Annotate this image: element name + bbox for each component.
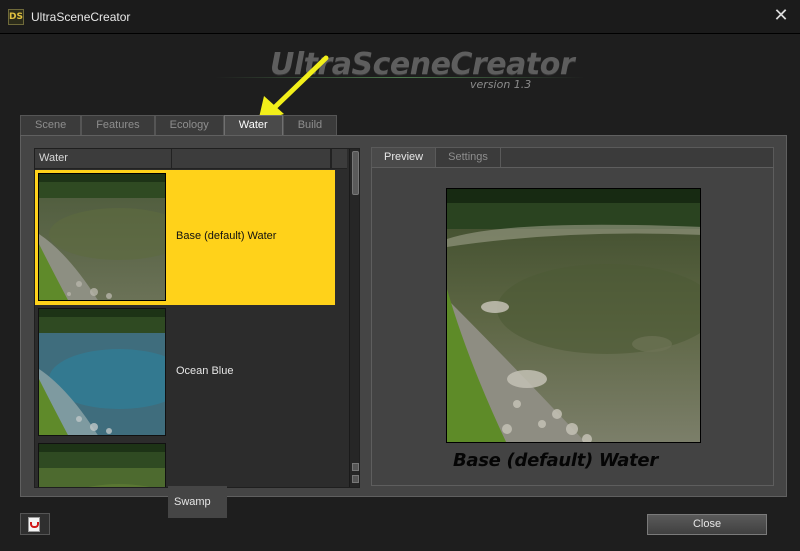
tab-build[interactable]: Build [282,115,338,135]
list-rows: Base (default) Water Ocean Blue [35,170,335,487]
scroll-down-button[interactable] [352,475,359,483]
tab-ecology[interactable]: Ecology [154,115,224,135]
list-item-ocean-blue[interactable]: Ocean Blue [35,305,335,440]
list-item-label: Ocean Blue [176,365,234,377]
tab-water[interactable]: Water [223,115,283,136]
title-bar: DS UltraSceneCreator ✕ [0,0,800,34]
preview-caption: Base (default) Water [453,450,658,471]
tab-features[interactable]: Features [81,115,155,135]
swamp-label-box: Swamp [168,486,227,518]
preview-panel: Base (default) Water [371,167,774,486]
pond-green-icon [38,443,166,487]
scrollbar-thumb[interactable] [352,151,359,195]
column-header-spacer [331,149,347,169]
window-title: UltraSceneCreator [31,10,131,24]
main-window: UltraSceneCreator version 1.3 Scene Feat… [0,34,800,551]
preview-tabs: Preview Settings [371,147,774,167]
column-header-water[interactable]: Water [35,149,172,169]
app-logo-icon: DS [8,9,24,25]
list-item-label: Base (default) Water [176,230,277,242]
list-item-swamp[interactable] [35,440,335,487]
pond-blue-icon [38,308,166,436]
main-tabs: Scene Features Ecology Water Build [20,115,338,136]
water-list[interactable]: Water Base (default) Water Ocean Blue [34,148,360,488]
tab-preview[interactable]: Preview [372,148,437,167]
pdf-help-button[interactable] [20,513,50,535]
scroll-up-button[interactable] [352,463,359,471]
list-item-base-water[interactable]: Base (default) Water [35,170,335,305]
banner-version: version 1.3 [470,78,532,91]
pond-clear-icon [38,173,166,301]
list-scrollbar[interactable] [349,149,359,487]
close-button[interactable]: Close [647,514,767,535]
tab-scene[interactable]: Scene [20,115,82,135]
list-header: Water [35,149,331,169]
tab-settings[interactable]: Settings [436,148,501,167]
column-header-name[interactable] [172,149,331,169]
window-close-button[interactable]: ✕ [770,5,792,27]
list-item-label: Swamp [174,496,211,508]
preview-image [446,188,701,443]
banner: UltraSceneCreator version 1.3 [0,34,800,114]
